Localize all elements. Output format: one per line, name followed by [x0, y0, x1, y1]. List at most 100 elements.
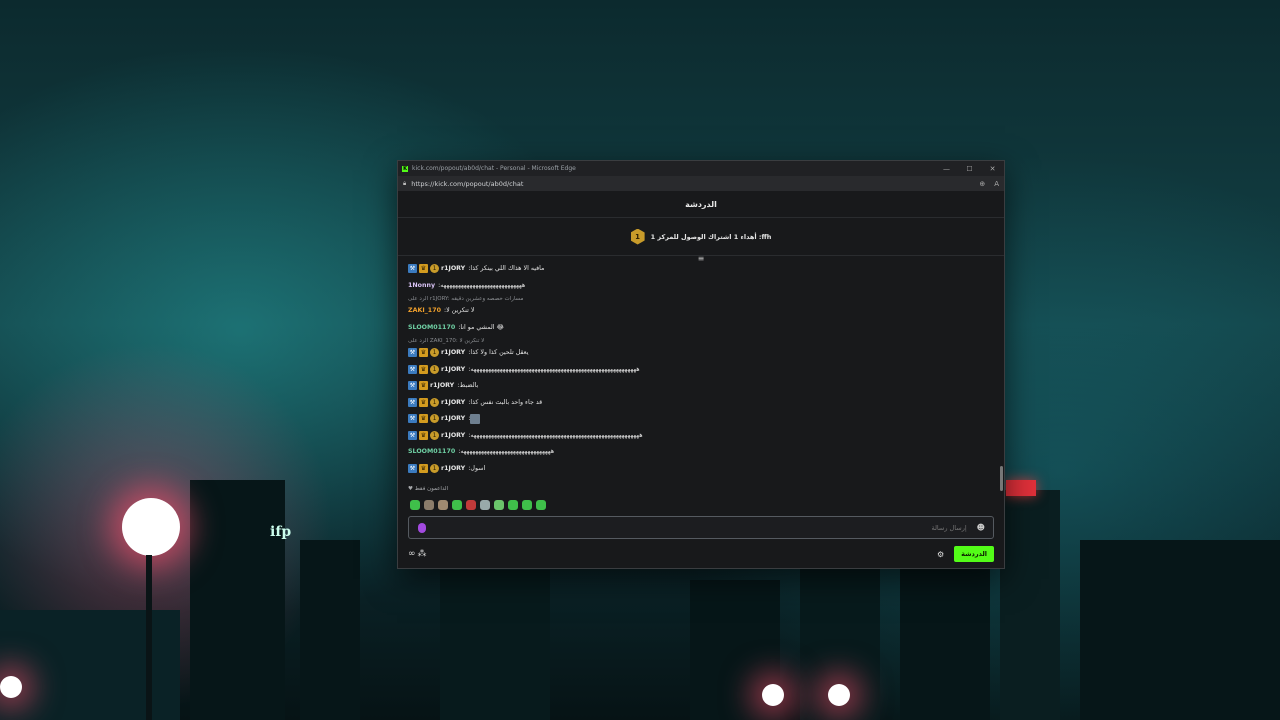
username[interactable]: r1JORY [441, 265, 465, 272]
username[interactable]: ZAKI_170 [408, 307, 441, 314]
emote-icon[interactable] [424, 500, 434, 510]
moderator-badge-icon[interactable]: ⚒ [408, 381, 417, 390]
username[interactable]: r1JORY [441, 465, 465, 472]
vip-crown-icon[interactable]: ♛ [419, 381, 428, 390]
subscriber-badge-icon[interactable]: 1 [430, 414, 439, 423]
supporters-only-label: ♥ الداعمون فقط [408, 486, 448, 492]
message-text: بالضبط [459, 382, 479, 389]
subscriber-badge-icon[interactable]: 1 [430, 264, 439, 273]
moderator-badge-icon[interactable]: ⚒ [408, 463, 417, 473]
goal-badge-icon: 1 [630, 228, 645, 245]
chat-message[interactable]: ⚒ ♛ 1 r1JORY: ههههههههههههههههههههههههههههه… [408, 428, 994, 443]
message-text: لا تنكرين لا [446, 307, 475, 314]
emote-icon[interactable] [466, 500, 476, 510]
reply-context[interactable]: الرد على ZAKI_170: لا تنكرين لا [408, 336, 994, 345]
settings-gear-icon[interactable]: ⚙ [937, 550, 944, 559]
subscriber-badge-icon[interactable]: 1 [430, 397, 439, 407]
message-text: اسول [470, 464, 486, 472]
chat-message[interactable]: SLOOM01170: المشي مو انا 😂 [408, 320, 994, 335]
building [190, 480, 285, 720]
chat-message[interactable]: ⚒ ♛ 1 r1JORY: ههههههههههههههههههههههههههههه… [408, 362, 994, 377]
emote-icon[interactable] [452, 500, 462, 510]
chat-message[interactable]: ⚒ ♛ 1 r1JORY: اسول [408, 461, 994, 476]
username[interactable]: r1JORY [441, 399, 465, 406]
chat-bottom-bar: ∞ ⁂ ⚙ الدردشة [408, 546, 994, 562]
scrollbar-thumb[interactable] [1000, 466, 1003, 491]
building [0, 610, 180, 720]
goal-badge-number: 1 [635, 232, 641, 241]
vip-crown-icon[interactable]: ♛ [419, 264, 428, 273]
username[interactable]: r1JORY [441, 366, 465, 373]
emote-icon[interactable] [536, 500, 546, 510]
subscriber-badge-icon[interactable]: 1 [430, 348, 439, 357]
supporters-text: الداعمون فقط [414, 486, 449, 492]
infinity-icon[interactable]: ∞ [408, 549, 416, 559]
address-bar[interactable]: 🔒︎ https://kick.com/popout/ab0d/chat ⊕ A [398, 176, 1004, 191]
username[interactable]: SLOOM01170 [408, 324, 455, 331]
username[interactable]: r1JORY [441, 349, 465, 356]
message-text: مافيه الا هذاك اللي بينكر كذا [470, 265, 545, 272]
username[interactable]: r1JORY [430, 382, 454, 389]
vip-crown-icon[interactable]: ♛ [419, 364, 428, 374]
emoji-picker-icon[interactable]: ☻ [977, 523, 985, 532]
maximize-button[interactable]: ☐ [958, 165, 981, 173]
chat-messages: ⚒ ♛ 1 r1JORY: مافيه الا هذاك اللي بينكر كذا… [408, 261, 994, 489]
window-controls: — ☐ ✕ [935, 165, 1004, 173]
moderator-badge-icon[interactable]: ⚒ [408, 264, 417, 273]
username[interactable]: r1JORY [441, 432, 465, 439]
street-lamp [122, 498, 180, 556]
emote-icon[interactable] [480, 500, 490, 510]
moderator-badge-icon[interactable]: ⚒ [408, 364, 417, 374]
building [1000, 490, 1060, 720]
username[interactable]: SLOOM01170 [408, 448, 455, 455]
chat-input-box[interactable]: ☻ [408, 516, 994, 539]
zoom-icon[interactable]: ⊕ [979, 180, 985, 188]
reply-context[interactable]: الرد على r1JORY: مسارات خصصه وعشرين دقيق… [408, 294, 994, 303]
moderator-badge-icon[interactable]: ⚒ [408, 430, 417, 440]
emote-icon[interactable] [508, 500, 518, 510]
moderator-badge-icon[interactable]: ⚒ [408, 414, 417, 423]
chat-message[interactable]: ZAKI_170: لا تنكرين لا [408, 303, 994, 318]
minimize-button[interactable]: — [935, 165, 958, 173]
username[interactable]: 1Nonny [408, 282, 435, 289]
message-text: يعقل تلحين كذا ولا كذا [470, 349, 529, 356]
chat-message[interactable]: ⚒ ♛ r1JORY: بالضبط [408, 378, 994, 393]
emote-icon[interactable] [438, 500, 448, 510]
street-lamp [762, 684, 784, 706]
vip-crown-icon[interactable]: ♛ [419, 463, 428, 473]
read-aloud-icon[interactable]: A [994, 180, 999, 188]
message-text: هههههههههههههههههههههههههههههههههههههههه… [470, 431, 643, 439]
vip-crown-icon[interactable]: ♛ [419, 430, 428, 440]
subscriber-badge-icon[interactable]: 1 [430, 430, 439, 440]
chat-message[interactable]: SLOOM01170: هههههههههههههههههههههههههههه… [408, 444, 994, 459]
moderator-badge-icon[interactable]: ⚒ [408, 348, 417, 357]
emote-icon[interactable] [494, 500, 504, 510]
vip-crown-icon[interactable]: ♛ [419, 348, 428, 357]
vip-crown-icon[interactable]: ♛ [419, 414, 428, 423]
users-icon[interactable]: ⁂ [418, 549, 427, 559]
subscriber-badge-icon[interactable]: 1 [430, 463, 439, 473]
pinned-goal[interactable]: 1 أهداء 1 اشتراك الوصول للمركز 1 :ffh [398, 218, 1004, 256]
microphone-icon[interactable] [418, 522, 426, 533]
chat-title: الدردشة [685, 199, 717, 209]
emote-image[interactable] [470, 413, 481, 424]
emote-icon[interactable] [522, 500, 532, 510]
chat-message[interactable]: ⚒ ♛ 1 r1JORY: [408, 411, 994, 426]
chat-message[interactable]: ⚒ ♛ 1 r1JORY: مافيه الا هذاك اللي بينكر كذا [408, 261, 994, 276]
url-text[interactable]: https://kick.com/popout/ab0d/chat [411, 180, 523, 188]
chat-message[interactable]: ⚒ ♛ 1 r1JORY: قد جاء واحد بالبث نفس كذا [408, 395, 994, 410]
close-button[interactable]: ✕ [981, 165, 1004, 173]
moderator-badge-icon[interactable]: ⚒ [408, 397, 417, 407]
message-text: هههههههههههههههههههههههههههههههههههههههه… [470, 365, 640, 373]
kick-favicon-icon: K [402, 165, 408, 172]
message-text: ههههههههههههههههههههههههههههه [440, 281, 526, 289]
emote-icon[interactable] [410, 500, 420, 510]
username[interactable]: r1JORY [441, 415, 465, 422]
building [1080, 540, 1280, 720]
send-chat-button[interactable]: الدردشة [954, 546, 994, 562]
subscriber-badge-icon[interactable]: 1 [430, 364, 439, 374]
vip-crown-icon[interactable]: ♛ [419, 397, 428, 407]
chat-message[interactable]: ⚒ ♛ 1 r1JORY: يعقل تلحين كذا ولا كذا [408, 345, 994, 360]
message-input[interactable] [426, 522, 969, 533]
chat-message[interactable]: 1Nonny: ههههههههههههههههههههههههههههه [408, 278, 994, 293]
